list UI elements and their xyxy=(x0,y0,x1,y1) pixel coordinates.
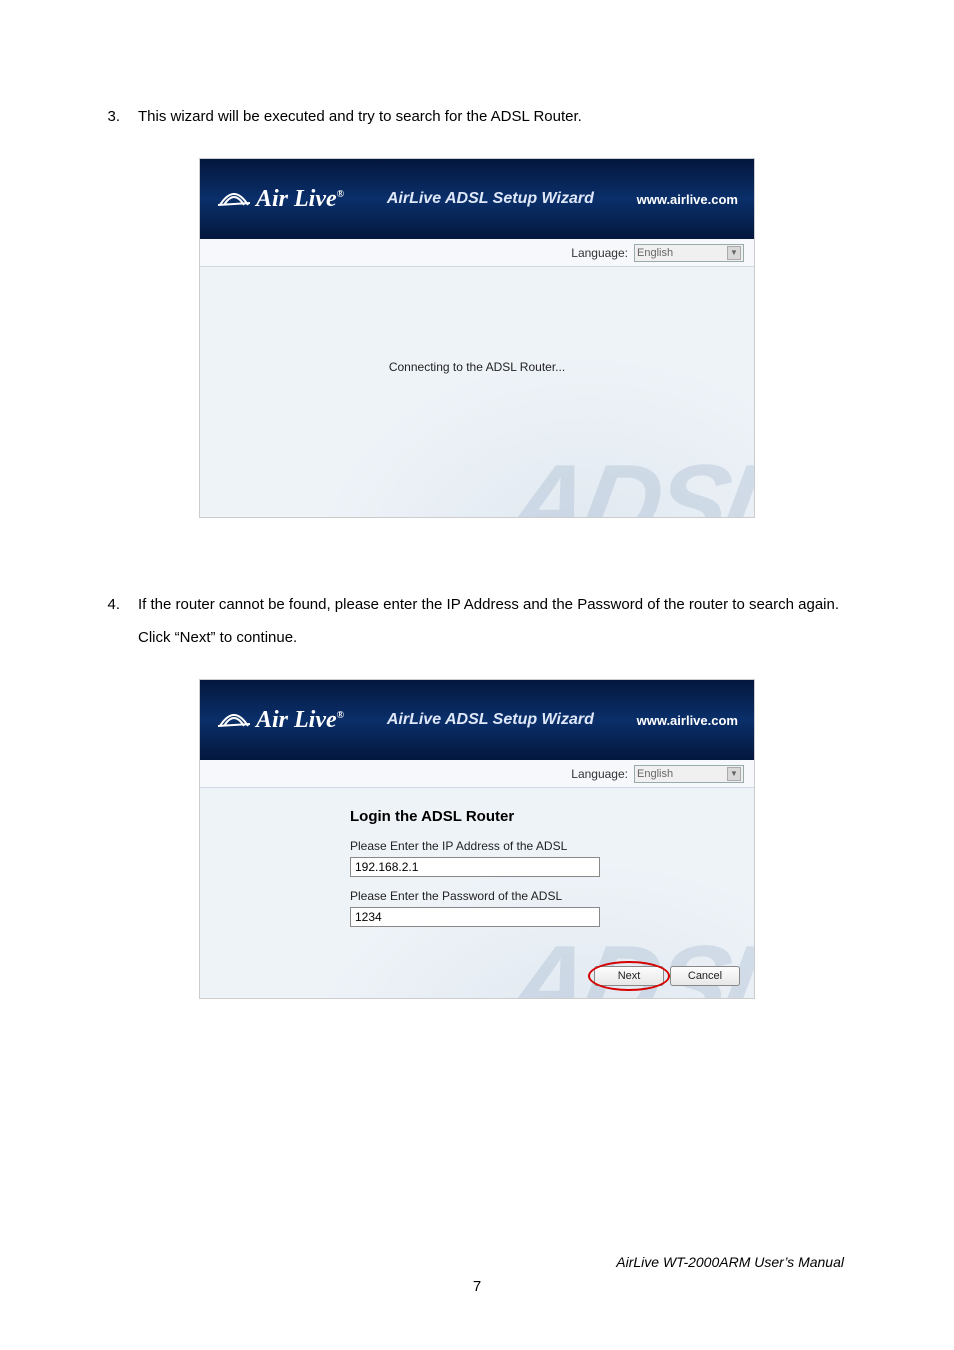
cancel-button[interactable]: Cancel xyxy=(670,966,740,986)
wizard-panel-connecting: Air Live® AirLive ADSL Setup Wizard www.… xyxy=(199,158,755,518)
step-4: 4. If the router cannot be found, please… xyxy=(100,588,854,654)
wizard-title-2: AirLive ADSL Setup Wizard xyxy=(344,711,636,729)
language-value: English xyxy=(637,247,673,259)
password-label: Please Enter the Password of the ADSL xyxy=(350,889,724,903)
language-select-2[interactable]: English ▼ xyxy=(634,765,744,783)
connecting-status: Connecting to the ADSL Router... xyxy=(389,360,565,374)
chevron-down-icon: ▼ xyxy=(727,767,741,781)
chevron-down-icon: ▼ xyxy=(727,246,741,260)
logo-text: Air Live® xyxy=(256,186,344,213)
step-4-number: 4. xyxy=(100,588,120,654)
wifi-arc-icon xyxy=(216,189,252,209)
step-3-text: This wizard will be executed and try to … xyxy=(138,100,854,133)
adsl-watermark: ADSL xyxy=(497,440,755,518)
ip-label: Please Enter the IP Address of the ADSL xyxy=(350,839,724,853)
language-select[interactable]: English ▼ xyxy=(634,244,744,262)
language-label: Language: xyxy=(571,246,628,260)
airlive-logo-2: Air Live® xyxy=(216,707,344,734)
ip-input[interactable] xyxy=(350,857,600,877)
airlive-logo: Air Live® xyxy=(216,186,344,213)
language-label-2: Language: xyxy=(571,767,628,781)
wizard-header: Air Live® AirLive ADSL Setup Wizard www.… xyxy=(200,159,754,239)
language-bar-2: Language: English ▼ xyxy=(200,760,754,788)
manual-title: AirLive WT-2000ARM User’s Manual xyxy=(616,1254,844,1270)
next-button[interactable]: Next xyxy=(594,966,664,986)
wizard-url: www.airlive.com xyxy=(637,192,738,207)
logo-text-2: Air Live® xyxy=(256,707,344,734)
wizard-panel-login: Air Live® AirLive ADSL Setup Wizard www.… xyxy=(199,679,755,999)
step-3: 3. This wizard will be executed and try … xyxy=(100,100,854,133)
step-3-number: 3. xyxy=(100,100,120,133)
wifi-arc-icon xyxy=(216,710,252,730)
password-input[interactable] xyxy=(350,907,600,927)
wizard-title: AirLive ADSL Setup Wizard xyxy=(344,190,636,208)
page-number: 7 xyxy=(0,1278,954,1295)
wizard-url-2: www.airlive.com xyxy=(637,713,738,728)
language-value-2: English xyxy=(637,768,673,780)
step-4-text: If the router cannot be found, please en… xyxy=(138,588,854,654)
wizard-header-2: Air Live® AirLive ADSL Setup Wizard www.… xyxy=(200,680,754,760)
login-heading: Login the ADSL Router xyxy=(350,808,724,825)
language-bar: Language: English ▼ xyxy=(200,239,754,267)
